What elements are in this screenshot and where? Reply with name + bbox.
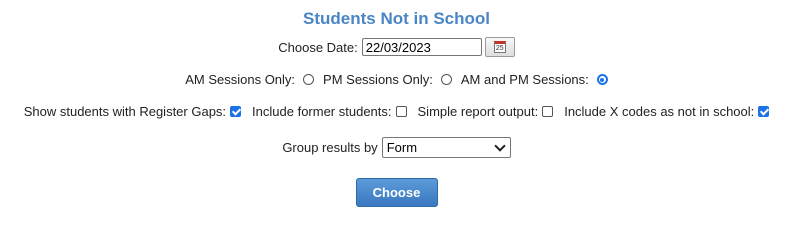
calendar-button[interactable]: 25 xyxy=(484,37,515,57)
options-row: Show students with Register Gaps: Includ… xyxy=(0,104,793,119)
former-students-label: Include former students: xyxy=(252,104,392,119)
choose-date-label: Choose Date: xyxy=(278,39,358,55)
am-pm-sessions-radio[interactable] xyxy=(596,74,608,85)
register-gaps-label: Show students with Register Gaps: xyxy=(23,104,227,119)
simple-output-label: Simple report output: xyxy=(417,104,539,119)
pm-sessions-label: PM Sessions Only: xyxy=(323,72,433,87)
calendar-icon: 25 xyxy=(493,41,506,53)
am-pm-sessions-label: AM and PM Sessions: xyxy=(460,72,589,87)
am-sessions-radio[interactable] xyxy=(303,74,315,85)
date-row: Choose Date: 25 xyxy=(0,37,793,57)
button-row: Choose xyxy=(0,178,793,207)
chevron-down-icon xyxy=(494,139,506,152)
am-sessions-label: AM Sessions Only: xyxy=(185,72,296,87)
register-gaps-checkbox[interactable] xyxy=(230,106,242,117)
group-by-label: Group results by xyxy=(282,140,378,155)
group-row: Group results by Form xyxy=(0,137,793,158)
date-input[interactable] xyxy=(361,38,482,56)
simple-output-checkbox[interactable] xyxy=(542,106,554,117)
sessions-row: AM Sessions Only: PM Sessions Only: AM a… xyxy=(0,72,793,87)
group-by-value: Form xyxy=(386,140,418,155)
choose-button[interactable]: Choose xyxy=(355,178,438,207)
pm-sessions-radio[interactable] xyxy=(440,74,452,85)
page-title: Students Not in School xyxy=(303,9,490,28)
x-codes-label: Include X codes as not in school: xyxy=(564,104,755,119)
group-by-select[interactable]: Form xyxy=(381,137,511,158)
report-page: Students Not in School Choose Date: 25 A… xyxy=(0,0,793,212)
former-students-checkbox[interactable] xyxy=(395,106,407,117)
x-codes-checkbox[interactable] xyxy=(758,106,770,117)
